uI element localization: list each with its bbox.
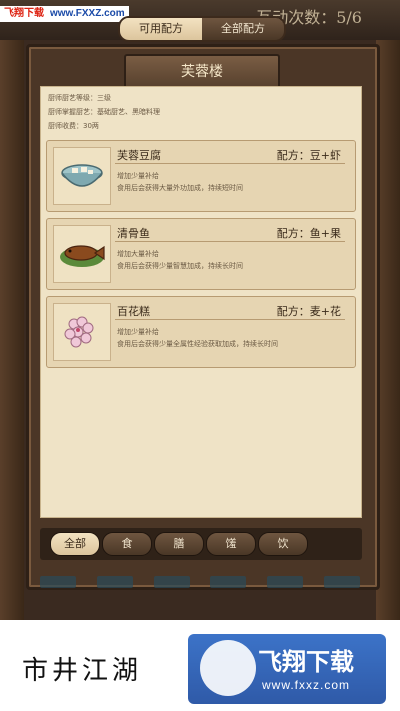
dish-name: 百花糕 — [117, 305, 150, 318]
dish-effect-1: 增加大量补给 — [117, 250, 159, 258]
filter-meal-button[interactable]: 膳 — [154, 532, 204, 556]
dish-card[interactable]: 百花糕 配方：麦+花 增加少量补给 食用后会获得少量全属性经验获取加成，持续长时… — [46, 296, 356, 368]
tofu-bowl-icon — [53, 147, 111, 205]
flower-cake-icon — [53, 303, 111, 361]
tab-available-recipes[interactable]: 可用配方 — [120, 18, 202, 40]
filter-food-button[interactable]: 食 — [102, 532, 152, 556]
watermark-url: www.FXXZ.com — [50, 8, 125, 19]
dish-recipe: 配方：豆+虾 — [276, 149, 341, 162]
divider — [115, 319, 345, 320]
dish-card[interactable]: 芙蓉豆腐 配方：豆+虾 增加少量补给 食用后会获得大量外功加成，持续短时间 — [46, 140, 356, 212]
filter-all-button[interactable]: 全部 — [50, 532, 100, 556]
recipe-tabbar: 可用配方 全部配方 — [118, 16, 286, 42]
tab-all-recipes[interactable]: 全部配方 — [202, 18, 284, 40]
chef-level: 厨师厨艺等级：三级 — [48, 94, 111, 102]
decoration — [267, 576, 304, 588]
watermark-logo-name: 飞翔下载 — [258, 648, 354, 676]
dish-effect-2: 食用后会获得少量智慧加成，持续长时间 — [117, 262, 243, 270]
decorative-row — [40, 576, 360, 592]
dish-effect-2: 食用后会获得大量外功加成，持续短时间 — [117, 184, 243, 192]
dish-effect-1: 增加少量补给 — [117, 172, 159, 180]
chef-info: 厨师厨艺等级：三级 厨师掌握厨艺：基础厨艺、黑暗料理 厨师收费：30两 — [48, 91, 160, 133]
dish-recipe: 配方：鱼+果 — [276, 227, 341, 240]
watermark-logo-icon — [200, 640, 256, 696]
divider — [115, 163, 345, 164]
watermark-top-left: 飞翔下载 www.FXXZ.com — [0, 6, 129, 22]
watermark-brand: 飞翔下载 — [4, 8, 44, 19]
decoration — [153, 576, 190, 588]
decoration — [40, 576, 76, 588]
dish-recipe: 配方：麦+花 — [276, 305, 341, 318]
left-pillar — [0, 40, 24, 620]
restaurant-title: 芙蓉楼 — [124, 54, 280, 90]
dish-effect-2: 食用后会获得少量全属性经验获取加成，持续长时间 — [117, 340, 278, 348]
filter-delicacy-button[interactable]: 馐 — [206, 532, 256, 556]
chef-fee: 厨师收费：30两 — [48, 122, 99, 130]
dish-name: 芙蓉豆腐 — [117, 149, 161, 162]
chef-skills: 厨师掌握厨艺：基础厨艺、黑暗料理 — [48, 108, 160, 116]
decoration — [96, 576, 133, 588]
filter-drink-button[interactable]: 饮 — [258, 532, 308, 556]
dish-effect-1: 增加少量补给 — [117, 328, 159, 336]
divider — [115, 241, 345, 242]
dish-name: 清骨鱼 — [117, 227, 150, 240]
game-caption: 市井江湖 — [22, 656, 143, 686]
watermark-logo-url: www.fxxz.com — [262, 678, 351, 692]
dish-card[interactable]: 清骨鱼 配方：鱼+果 增加大量补给 食用后会获得少量智慧加成，持续长时间 — [46, 218, 356, 290]
decoration — [210, 576, 247, 588]
fish-dish-icon — [53, 225, 111, 283]
decoration — [323, 576, 360, 588]
